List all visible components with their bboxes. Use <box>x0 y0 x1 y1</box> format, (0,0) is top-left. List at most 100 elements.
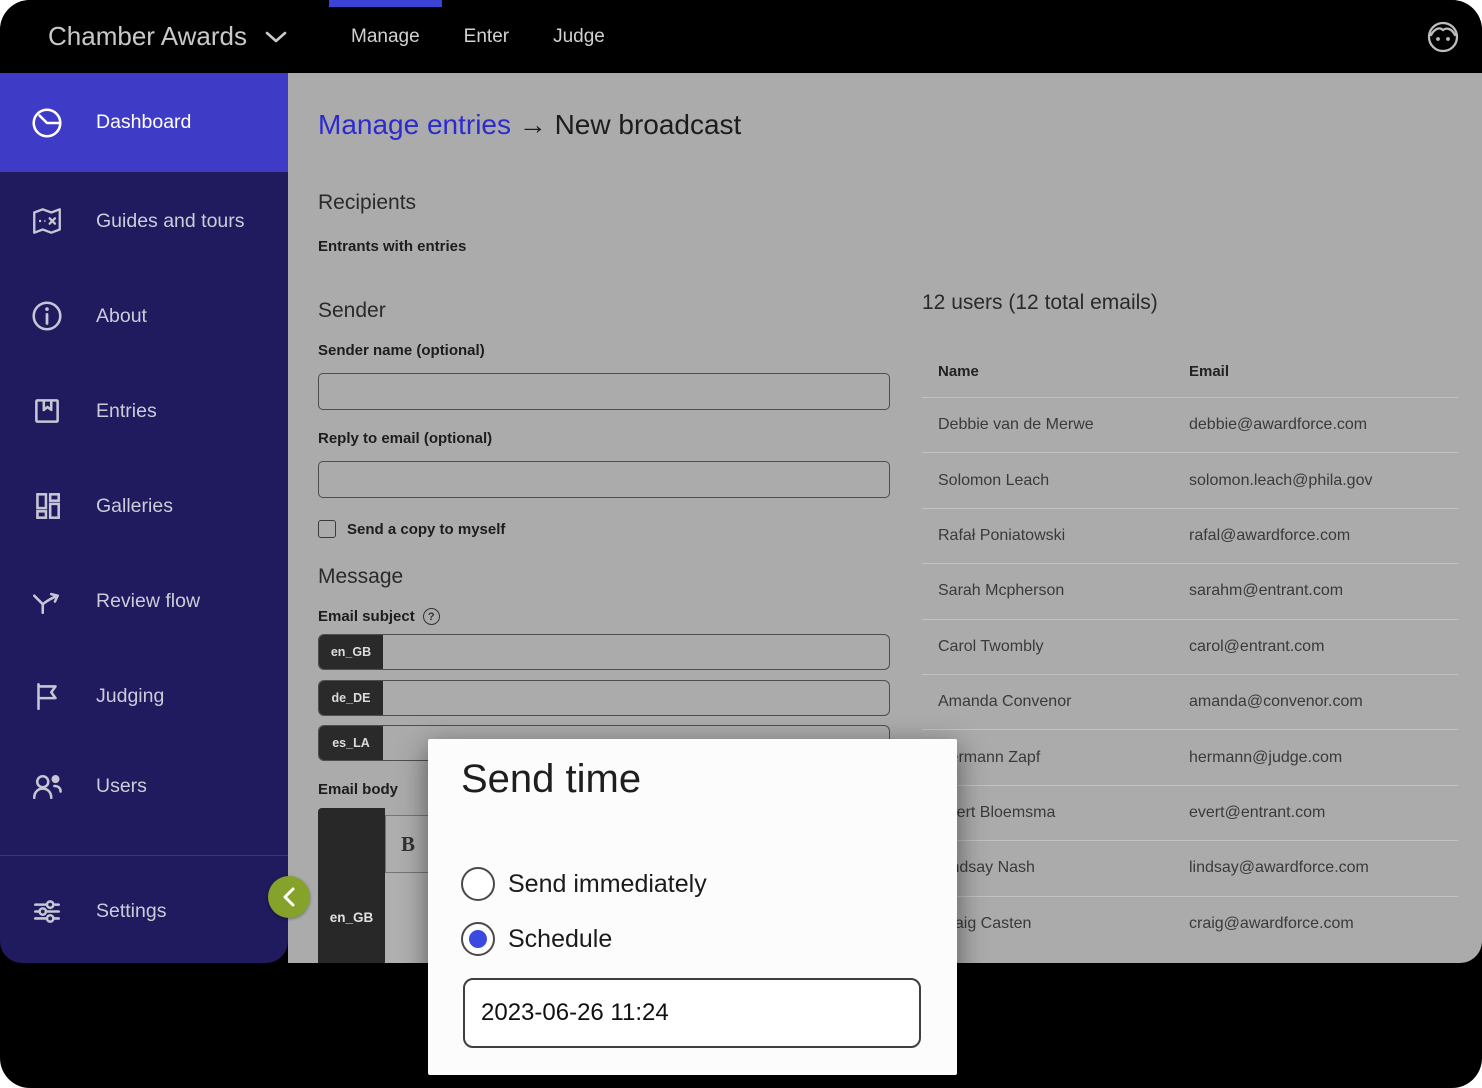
sidebar-item-entries[interactable]: Entries <box>0 383 288 439</box>
sidebar-label-dashboard: Dashboard <box>96 111 191 134</box>
map-icon <box>30 204 64 238</box>
user-name: Evert Bloemsma <box>922 804 1189 822</box>
column-header-name: Name <box>922 363 1189 380</box>
send-time-dialog: Send time Send immediately Schedule <box>428 739 957 1075</box>
top-bar: Chamber Awards Manage Enter Judge <box>0 0 1482 73</box>
email-subject-label-row: Email subject ? <box>318 608 440 625</box>
locale-tag-de-de: de_DE <box>319 681 383 715</box>
option-schedule[interactable]: Schedule <box>461 922 612 956</box>
reply-to-label: Reply to email (optional) <box>318 430 492 447</box>
breadcrumb-link-manage-entries[interactable]: Manage entries <box>318 109 511 140</box>
user-email: amanda@convenor.com <box>1189 693 1458 711</box>
chevron-down-icon <box>265 30 287 44</box>
send-immediately-label: Send immediately <box>508 870 707 899</box>
sidebar-label-galleries: Galleries <box>96 495 173 518</box>
subject-row-de-de: de_DE <box>318 680 890 716</box>
user-email: carol@entrant.com <box>1189 638 1458 656</box>
reply-to-input[interactable] <box>318 461 890 498</box>
user-name: Sarah Mcpherson <box>922 582 1189 600</box>
dialog-title: Send time <box>461 757 641 802</box>
nav-manage-label: Manage <box>351 26 420 48</box>
sidebar-label-entries: Entries <box>96 400 157 423</box>
sidebar-item-judging[interactable]: Judging <box>0 668 288 724</box>
brand-name: Chamber Awards <box>48 21 247 52</box>
user-name: Carol Twombly <box>922 638 1189 656</box>
sidebar-item-guides-and-tours[interactable]: Guides and tours <box>0 193 288 249</box>
table-row: Sarah Mcpherson sarahm@entrant.com <box>922 563 1458 618</box>
nav-enter-label: Enter <box>464 26 509 48</box>
message-heading: Message <box>318 565 403 589</box>
sidebar-collapse-button[interactable] <box>268 876 310 918</box>
column-header-email: Email <box>1189 363 1458 380</box>
user-name: Amanda Convenor <box>922 693 1189 711</box>
user-name: Hermann Zapf <box>922 749 1189 767</box>
table-row: Hermann Zapf hermann@judge.com <box>922 729 1458 784</box>
sidebar-item-review-flow[interactable]: Review flow <box>0 573 288 629</box>
sender-name-label: Sender name (optional) <box>318 342 485 359</box>
table-row: Amanda Convenor amanda@convenor.com <box>922 674 1458 729</box>
email-body-label: Email body <box>318 781 398 798</box>
sidebar-label-about: About <box>96 305 147 328</box>
sender-heading: Sender <box>318 299 386 323</box>
recipients-value: Entrants with entries <box>318 238 466 255</box>
page-title: New broadcast <box>555 109 742 140</box>
users-count-heading: 12 users (12 total emails) <box>922 291 1158 315</box>
nav-manage[interactable]: Manage <box>329 0 442 73</box>
user-name: Rafał Poniatowski <box>922 527 1189 545</box>
schedule-datetime-input[interactable] <box>463 978 921 1048</box>
table-row: Lindsay Nash lindsay@awardforce.com <box>922 840 1458 895</box>
send-copy-label: Send a copy to myself <box>347 521 505 538</box>
schedule-label: Schedule <box>508 925 612 954</box>
bold-button[interactable]: B <box>401 832 415 857</box>
chevron-left-icon <box>282 887 296 907</box>
gauge-icon <box>30 106 64 140</box>
bookmark-icon <box>30 394 64 428</box>
sidebar-label-guides-and-tours: Guides and tours <box>96 210 245 233</box>
sidebar-item-settings[interactable]: Settings <box>0 883 288 939</box>
sidebar-item-about[interactable]: About <box>0 288 288 344</box>
table-row: Solomon Leach solomon.leach@phila.gov <box>922 452 1458 507</box>
info-icon <box>30 299 64 333</box>
user-email: lindsay@awardforce.com <box>1189 859 1458 877</box>
nav-enter[interactable]: Enter <box>442 0 531 73</box>
breadcrumb-arrow: → <box>519 109 547 140</box>
email-subject-label: Email subject <box>318 608 415 625</box>
sender-name-input[interactable] <box>318 373 890 410</box>
user-email: hermann@judge.com <box>1189 749 1458 767</box>
user-email: sarahm@entrant.com <box>1189 582 1458 600</box>
sidebar-item-users[interactable]: Users <box>0 758 288 814</box>
option-send-immediately[interactable]: Send immediately <box>461 867 707 901</box>
subject-row-en-gb: en_GB <box>318 634 890 670</box>
radio-unselected-icon[interactable] <box>461 867 495 901</box>
body-locale-tab-en-gb[interactable]: en_GB <box>318 808 385 963</box>
flag-icon <box>30 679 64 713</box>
account-switcher[interactable]: Chamber Awards <box>48 0 287 73</box>
user-email: debbie@awardforce.com <box>1189 416 1458 434</box>
sidebar-label-settings: Settings <box>96 900 166 923</box>
sidebar: Dashboard Guides and tours About Entri <box>0 73 288 963</box>
table-row: Craig Casten craig@awardforce.com <box>922 896 1458 951</box>
user-name: Craig Casten <box>922 915 1189 933</box>
funnel-arrow-icon <box>30 584 64 618</box>
subject-input-de-de[interactable] <box>383 681 889 715</box>
send-copy-checkbox[interactable] <box>318 520 336 538</box>
user-email: craig@awardforce.com <box>1189 915 1458 933</box>
sidebar-item-galleries[interactable]: Galleries <box>0 478 288 534</box>
subject-input-en-gb[interactable] <box>383 635 889 669</box>
sidebar-label-judging: Judging <box>96 685 164 708</box>
help-icon[interactable]: ? <box>423 608 440 625</box>
recipients-heading: Recipients <box>318 191 416 215</box>
table-row: Evert Bloemsma evert@entrant.com <box>922 785 1458 840</box>
send-copy-row: Send a copy to myself <box>318 520 505 538</box>
radio-selected-icon[interactable] <box>461 922 495 956</box>
app-window: Chamber Awards Manage Enter Judge Dashb <box>0 0 1482 1088</box>
sidebar-divider <box>0 855 288 856</box>
sidebar-label-users: Users <box>96 775 147 798</box>
sliders-icon <box>30 894 64 928</box>
user-email: rafal@awardforce.com <box>1189 527 1458 545</box>
user-name: Solomon Leach <box>922 472 1189 490</box>
locale-tag-en-gb: en_GB <box>319 635 383 669</box>
sidebar-item-dashboard[interactable]: Dashboard <box>0 73 288 172</box>
nav-judge[interactable]: Judge <box>531 0 627 73</box>
user-avatar-icon[interactable] <box>1426 20 1460 54</box>
